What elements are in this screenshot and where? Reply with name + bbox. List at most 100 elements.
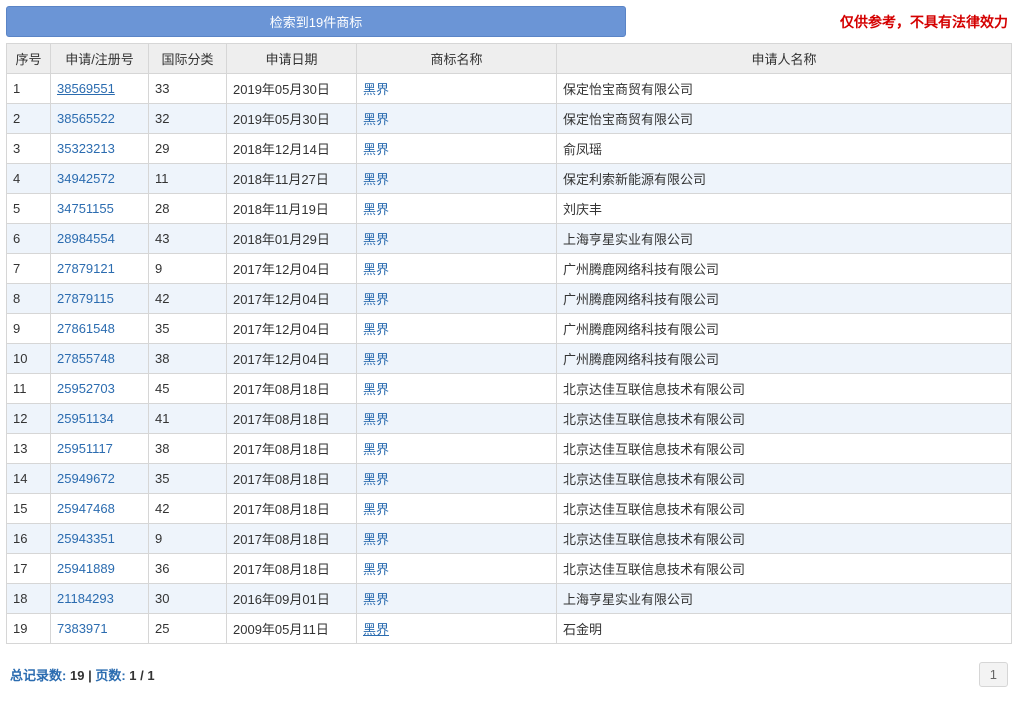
cell-trademark-name: 黑界 [357,584,557,614]
search-result-banner: 检索到19件商标 [6,6,626,37]
cell-index: 19 [7,614,51,644]
regno-link[interactable]: 25949672 [57,471,115,486]
col-header-date: 申请日期 [227,44,357,74]
col-header-class: 国际分类 [149,44,227,74]
regno-link[interactable]: 27879115 [57,291,114,306]
cell-date: 2017年12月04日 [227,314,357,344]
trademark-name-link[interactable]: 黑界 [363,262,389,277]
cell-class: 32 [149,104,227,134]
regno-link[interactable]: 34942572 [57,171,115,186]
regno-link[interactable]: 25951117 [57,441,113,456]
table-row: 434942572112018年11月27日黑界保定利索新能源有限公司 [7,164,1012,194]
col-header-regno: 申请/注册号 [51,44,149,74]
regno-link[interactable]: 35323213 [57,141,115,156]
cell-class: 45 [149,374,227,404]
regno-link[interactable]: 21184293 [57,591,114,606]
cell-regno: 27879121 [51,254,149,284]
cell-trademark-name: 黑界 [357,434,557,464]
cell-class: 30 [149,584,227,614]
cell-applicant: 北京达佳互联信息技术有限公司 [557,554,1012,584]
cell-applicant: 保定利索新能源有限公司 [557,164,1012,194]
trademark-name-link[interactable]: 黑界 [363,352,389,367]
trademark-name-link[interactable]: 黑界 [363,472,389,487]
cell-class: 29 [149,134,227,164]
cell-date: 2016年09月01日 [227,584,357,614]
legal-disclaimer: 仅供参考，不具有法律效力 [636,12,1012,32]
cell-index: 10 [7,344,51,374]
cell-class: 42 [149,284,227,314]
cell-class: 28 [149,194,227,224]
cell-trademark-name: 黑界 [357,194,557,224]
cell-index: 5 [7,194,51,224]
cell-date: 2017年08月18日 [227,464,357,494]
trademark-name-link[interactable]: 黑界 [363,622,389,637]
cell-trademark-name: 黑界 [357,134,557,164]
cell-trademark-name: 黑界 [357,74,557,104]
trademark-name-link[interactable]: 黑界 [363,502,389,517]
regno-link[interactable]: 25941889 [57,561,115,576]
trademark-name-link[interactable]: 黑界 [363,592,389,607]
regno-link[interactable]: 38569551 [57,81,115,96]
cell-date: 2017年08月18日 [227,494,357,524]
trademark-name-link[interactable]: 黑界 [363,562,389,577]
col-header-index: 序号 [7,44,51,74]
trademark-name-link[interactable]: 黑界 [363,322,389,337]
cell-regno: 27861548 [51,314,149,344]
regno-link[interactable]: 25943351 [57,531,115,546]
cell-index: 12 [7,404,51,434]
regno-link[interactable]: 7383971 [57,621,108,636]
trademark-name-link[interactable]: 黑界 [363,442,389,457]
cell-trademark-name: 黑界 [357,284,557,314]
table-row: 1225951134412017年08月18日黑界北京达佳互联信息技术有限公司 [7,404,1012,434]
regno-link[interactable]: 27861548 [57,321,115,336]
regno-link[interactable]: 27879121 [57,261,115,276]
cell-index: 15 [7,494,51,524]
table-row: 197383971252009年05月11日黑界石金明 [7,614,1012,644]
regno-link[interactable]: 25952703 [57,381,115,396]
cell-class: 35 [149,464,227,494]
trademark-name-link[interactable]: 黑界 [363,532,389,547]
trademark-name-link[interactable]: 黑界 [363,232,389,247]
regno-link[interactable]: 25947468 [57,501,115,516]
cell-applicant: 北京达佳互联信息技术有限公司 [557,464,1012,494]
cell-index: 13 [7,434,51,464]
regno-link[interactable]: 27855748 [57,351,115,366]
col-header-applicant: 申请人名称 [557,44,1012,74]
trademark-name-link[interactable]: 黑界 [363,202,389,217]
cell-class: 9 [149,254,227,284]
regno-link[interactable]: 38565522 [57,111,115,126]
cell-date: 2018年11月27日 [227,164,357,194]
cell-applicant: 广州腾鹿网络科技有限公司 [557,344,1012,374]
cell-applicant: 北京达佳互联信息技术有限公司 [557,524,1012,554]
cell-applicant: 保定怡宝商贸有限公司 [557,104,1012,134]
cell-class: 42 [149,494,227,524]
regno-link[interactable]: 28984554 [57,231,115,246]
trademark-name-link[interactable]: 黑界 [363,82,389,97]
trademark-table: 序号 申请/注册号 国际分类 申请日期 商标名称 申请人名称 138569551… [6,43,1012,644]
trademark-name-link[interactable]: 黑界 [363,172,389,187]
trademark-name-link[interactable]: 黑界 [363,382,389,397]
cell-date: 2017年12月04日 [227,254,357,284]
page-button-1[interactable]: 1 [979,662,1008,687]
cell-trademark-name: 黑界 [357,404,557,434]
cell-regno: 25943351 [51,524,149,554]
trademark-name-link[interactable]: 黑界 [363,112,389,127]
cell-applicant: 广州腾鹿网络科技有限公司 [557,284,1012,314]
cell-trademark-name: 黑界 [357,464,557,494]
cell-applicant: 广州腾鹿网络科技有限公司 [557,314,1012,344]
regno-link[interactable]: 25951134 [57,411,114,426]
cell-applicant: 上海亨星实业有限公司 [557,584,1012,614]
cell-date: 2017年08月18日 [227,404,357,434]
trademark-name-link[interactable]: 黑界 [363,292,389,307]
cell-regno: 34751155 [51,194,149,224]
trademark-name-link[interactable]: 黑界 [363,142,389,157]
regno-link[interactable]: 34751155 [57,201,114,216]
cell-trademark-name: 黑界 [357,164,557,194]
table-row: 927861548352017年12月04日黑界广州腾鹿网络科技有限公司 [7,314,1012,344]
cell-trademark-name: 黑界 [357,344,557,374]
cell-class: 36 [149,554,227,584]
table-row: 138569551332019年05月30日黑界保定怡宝商贸有限公司 [7,74,1012,104]
table-row: 1525947468422017年08月18日黑界北京达佳互联信息技术有限公司 [7,494,1012,524]
cell-index: 11 [7,374,51,404]
trademark-name-link[interactable]: 黑界 [363,412,389,427]
